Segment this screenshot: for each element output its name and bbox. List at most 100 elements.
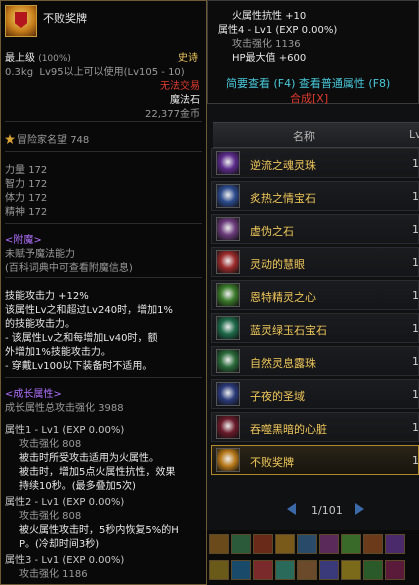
item-list: 逆流之魂灵珠 1 炙热之情宝石 1 虚伪之石 1 灵动的慧眼 1 恩特精灵之心 1 蓝灵绿玉石宝石 1…: [211, 148, 419, 478]
quickslot-icon[interactable]: [231, 560, 251, 580]
divider: [5, 121, 202, 122]
growth-attr-line: 持续10秒。(最多叠加5次): [19, 481, 136, 492]
item-level: 1: [412, 322, 419, 335]
level-row: 0.3kg Lv95以上可以使用(Lv105 - 10): [5, 63, 200, 78]
item-name: 自然灵息露珠: [250, 357, 316, 370]
page-indicator: 1/101: [311, 504, 343, 517]
list-header: 名称 Lv: [213, 122, 419, 148]
quickslot-icon[interactable]: [231, 534, 251, 554]
fire-resist-text: 火属性抗性 +10: [232, 11, 307, 22]
fame-value: 748: [70, 135, 90, 146]
item-level: 1: [412, 190, 419, 203]
dark-heart-icon: [216, 415, 240, 439]
item-level: 1: [412, 355, 419, 368]
dew-drop-icon: [216, 349, 240, 373]
quickslot-icon[interactable]: [275, 534, 295, 554]
item-name: 不败奖牌: [43, 12, 87, 25]
list-item[interactable]: 恩特精灵之心 1: [211, 280, 419, 310]
stat-label: 精神: [5, 207, 25, 218]
list-item[interactable]: 蓝灵绿玉石宝石 1: [211, 313, 419, 343]
list-item[interactable]: 灵动的慧眼 1: [211, 247, 419, 277]
list-item[interactable]: 子夜的圣域 1: [211, 379, 419, 409]
blue-gem-icon: [216, 184, 240, 208]
quickslot-icon[interactable]: [319, 534, 339, 554]
prev-page-button[interactable]: [287, 503, 296, 515]
grade-row: 最上级 (100%) 史诗: [5, 49, 200, 64]
item-level: 1: [412, 223, 419, 236]
column-name[interactable]: 名称: [293, 128, 315, 144]
growth-attr-line: 被击时，增加5点火属性抗性，效果: [19, 467, 176, 478]
green-gem-icon: [216, 316, 240, 340]
medal-icon: [5, 5, 37, 37]
stat-value: 172: [28, 207, 48, 218]
eye-orb-icon: [216, 250, 240, 274]
effect-line: 外增加1%技能攻击力。: [5, 347, 111, 358]
effect-line: 的技能攻击力。: [5, 319, 75, 330]
quickslot-icon[interactable]: [385, 560, 405, 580]
list-item[interactable]: 虚伪之石 1: [211, 214, 419, 244]
item-name: 恩特精灵之心: [250, 291, 316, 304]
growth-attr-line: 被击时所受攻击适用为火属性。: [19, 453, 159, 464]
item-name: 蓝灵绿玉石宝石: [250, 324, 327, 337]
category-text: 魔法石: [170, 95, 200, 106]
quickslot-icon[interactable]: [319, 560, 339, 580]
tooltip-header: 不败奖牌: [5, 5, 202, 45]
effect-line: - 该属性Lv之和每增加Lv40时，额: [5, 333, 158, 344]
quickslot-icon[interactable]: [341, 560, 361, 580]
list-item[interactable]: 炙热之情宝石 1: [211, 181, 419, 211]
attack-enhance-text: 攻击强化 1136: [232, 39, 301, 50]
purple-orb-icon: [216, 151, 240, 175]
quickslot-icon[interactable]: [341, 534, 361, 554]
item-detail-panel: 火属性抗性 +10 属性4 - Lv1 (EXP 0.00%) 攻击强化 113…: [207, 0, 419, 105]
fame-label: 冒险家名望: [17, 135, 67, 146]
sanctuary-icon: [216, 382, 240, 406]
effect-line: 技能攻击力 +12%: [5, 291, 89, 302]
growth-attr-line: 被火属性攻击时，5秒内恢复5%的H: [19, 525, 179, 536]
growth-attr-line: 攻击强化 808: [19, 439, 82, 450]
item-level: 1: [412, 421, 419, 434]
column-level[interactable]: Lv: [409, 128, 419, 141]
quickslot-icon[interactable]: [253, 560, 273, 580]
quickslot-icon[interactable]: [297, 534, 317, 554]
quickslot-icon[interactable]: [297, 560, 317, 580]
growth-header: <成长属性>: [5, 389, 62, 400]
quickslot-icon[interactable]: [209, 534, 229, 554]
next-page-button[interactable]: [355, 503, 364, 515]
skull-stone-icon: [216, 217, 240, 241]
quickslot-icon[interactable]: [275, 560, 295, 580]
list-item[interactable]: 吞噬黑暗的心脏 1: [211, 412, 419, 442]
item-level: 1: [412, 388, 419, 401]
growth-attr-line: 攻击强化 1186: [19, 569, 88, 580]
item-level: 1: [412, 256, 419, 269]
stat-row: 力量 172: [5, 161, 200, 176]
growth-total: 成长属性总攻击强化 3988: [5, 403, 124, 414]
list-item[interactable]: 自然灵息露珠 1: [211, 346, 419, 376]
stat-row: 智力 172: [5, 175, 200, 190]
view-mode-links[interactable]: 简要查看 (F4) 查看普通属性 (F8): [226, 75, 390, 91]
item-name: 不败奖牌: [250, 456, 294, 469]
divider: [5, 151, 202, 152]
quickslot-icon[interactable]: [385, 534, 405, 554]
quickslot-icon[interactable]: [363, 560, 383, 580]
item-tooltip: 不败奖牌 最上级 (100%) 史诗 0.3kg Lv95以上可以使用(Lv10…: [0, 0, 207, 585]
quickslot-icon[interactable]: [363, 534, 383, 554]
item-level: 1: [412, 289, 419, 302]
effect-line: - 穿戴Lv100以下装备时不适用。: [5, 361, 153, 372]
item-name: 虚伪之石: [250, 225, 294, 238]
item-name: 吞噬黑暗的心脏: [250, 423, 327, 436]
effect-line: 该属性Lv之和超过Lv240时，增加1%: [5, 305, 173, 316]
growth-attr-title: 属性4 - Lv1 (EXP 0.00%): [218, 25, 338, 36]
medal-icon: [216, 448, 240, 472]
stat-row: 体力 172: [5, 189, 200, 204]
growth-attr-title: 属性2 - Lv1 (EXP 0.00%): [5, 497, 125, 508]
growth-attr-title: 属性3 - Lv1 (EXP 0.00%): [5, 555, 125, 566]
quickslot-icon[interactable]: [209, 560, 229, 580]
list-item[interactable]: 不败奖牌 1: [211, 445, 419, 475]
quickslot-icon[interactable]: [253, 534, 273, 554]
list-item[interactable]: 逆流之魂灵珠 1: [211, 148, 419, 178]
item-list-panel: 名称 Lv 逆流之魂灵珠 1 炙热之情宝石 1 虚伪之石 1 灵动的慧眼 1 恩特精灵之心 1 蓝灵…: [207, 104, 419, 585]
quickslot-bar: [207, 530, 419, 585]
divider: [5, 223, 202, 224]
untradable-text: 无法交易: [160, 81, 200, 92]
divider: [5, 377, 202, 378]
